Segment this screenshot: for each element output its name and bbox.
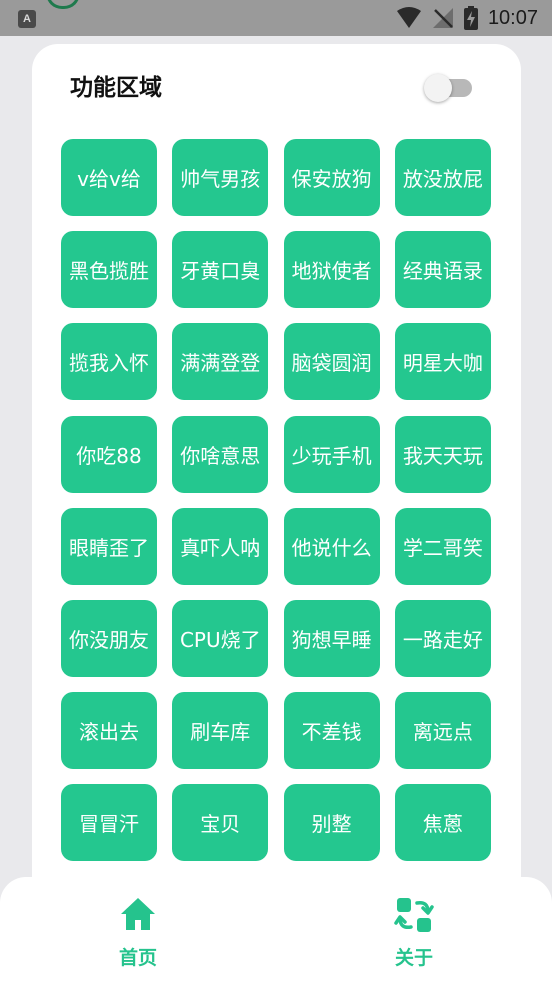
function-button[interactable]: 脑袋圆润 bbox=[283, 323, 380, 401]
function-button[interactable]: 离远点 bbox=[394, 692, 491, 770]
function-button[interactable]: 满满登登 bbox=[172, 323, 269, 401]
function-button[interactable]: 地狱使者 bbox=[283, 231, 380, 309]
function-button[interactable]: 你没朋友 bbox=[61, 599, 157, 677]
function-button[interactable]: 保安放狗 bbox=[283, 139, 380, 216]
no-signal-icon bbox=[432, 8, 453, 28]
function-button[interactable]: 狗想早睡 bbox=[283, 599, 380, 677]
function-button[interactable]: 一路走好 bbox=[394, 599, 491, 677]
function-button[interactable]: 我天天玩 bbox=[394, 415, 491, 493]
status-time: 10:07 bbox=[487, 6, 538, 29]
function-button[interactable]: 经典语录 bbox=[394, 231, 491, 309]
function-button[interactable]: 你啥意思 bbox=[172, 415, 269, 493]
function-button[interactable]: 牙黄口臭 bbox=[172, 231, 269, 309]
function-button[interactable]: 眼睛歪了 bbox=[61, 507, 157, 585]
function-button[interactable]: 学二哥笑 bbox=[394, 507, 491, 585]
function-button-grid: v给v给 帅气男孩 保安放狗 放没放屁黑色揽胜 牙黄口臭 地狱使者 经典语录揽我入怀 满满登登… bbox=[61, 139, 491, 862]
battery-charging-icon bbox=[463, 6, 478, 30]
function-button[interactable]: 少玩手机 bbox=[283, 415, 380, 493]
app-notification-icon bbox=[46, 0, 80, 9]
swap-icon bbox=[394, 898, 434, 932]
nav-home-label: 首页 bbox=[118, 947, 157, 969]
nav-about[interactable]: 关于 bbox=[354, 895, 474, 975]
function-button[interactable]: 他说什么 bbox=[283, 507, 380, 585]
nav-home[interactable]: 首页 bbox=[78, 895, 198, 975]
nav-about-label: 关于 bbox=[394, 947, 433, 969]
function-button[interactable]: CPU烧了 bbox=[172, 599, 269, 677]
home-icon bbox=[121, 898, 155, 930]
status-bar: A 10:07 bbox=[0, 0, 552, 36]
notification-icon: A bbox=[18, 10, 36, 28]
function-button[interactable]: 不差钱 bbox=[283, 692, 380, 770]
function-button[interactable]: 真吓人呐 bbox=[172, 507, 269, 585]
function-button[interactable]: 焦蒽 bbox=[394, 784, 491, 862]
function-button[interactable]: 滚出去 bbox=[61, 692, 157, 770]
function-button[interactable]: 宝贝 bbox=[172, 784, 269, 862]
function-button[interactable]: 黑色揽胜 bbox=[61, 231, 157, 309]
function-button[interactable]: 你吃88 bbox=[61, 415, 157, 493]
toggle-knob bbox=[424, 74, 452, 102]
bottom-nav: 首页 关于 bbox=[0, 877, 552, 983]
function-button[interactable]: 刷车库 bbox=[172, 692, 269, 770]
function-button[interactable]: 冒冒汗 bbox=[61, 784, 157, 862]
status-right: 10:07 bbox=[396, 6, 538, 30]
wifi-icon bbox=[396, 7, 421, 28]
function-button[interactable]: v给v给 bbox=[61, 139, 157, 216]
function-button[interactable]: 帅气男孩 bbox=[172, 139, 269, 216]
panel-title: 功能区域 bbox=[70, 75, 162, 101]
function-button[interactable]: 放没放屁 bbox=[394, 139, 491, 216]
function-button[interactable]: 明星大咖 bbox=[394, 323, 491, 401]
function-toggle[interactable] bbox=[424, 74, 474, 102]
function-button[interactable]: 别整 bbox=[283, 784, 380, 862]
function-button[interactable]: 揽我入怀 bbox=[61, 323, 157, 401]
